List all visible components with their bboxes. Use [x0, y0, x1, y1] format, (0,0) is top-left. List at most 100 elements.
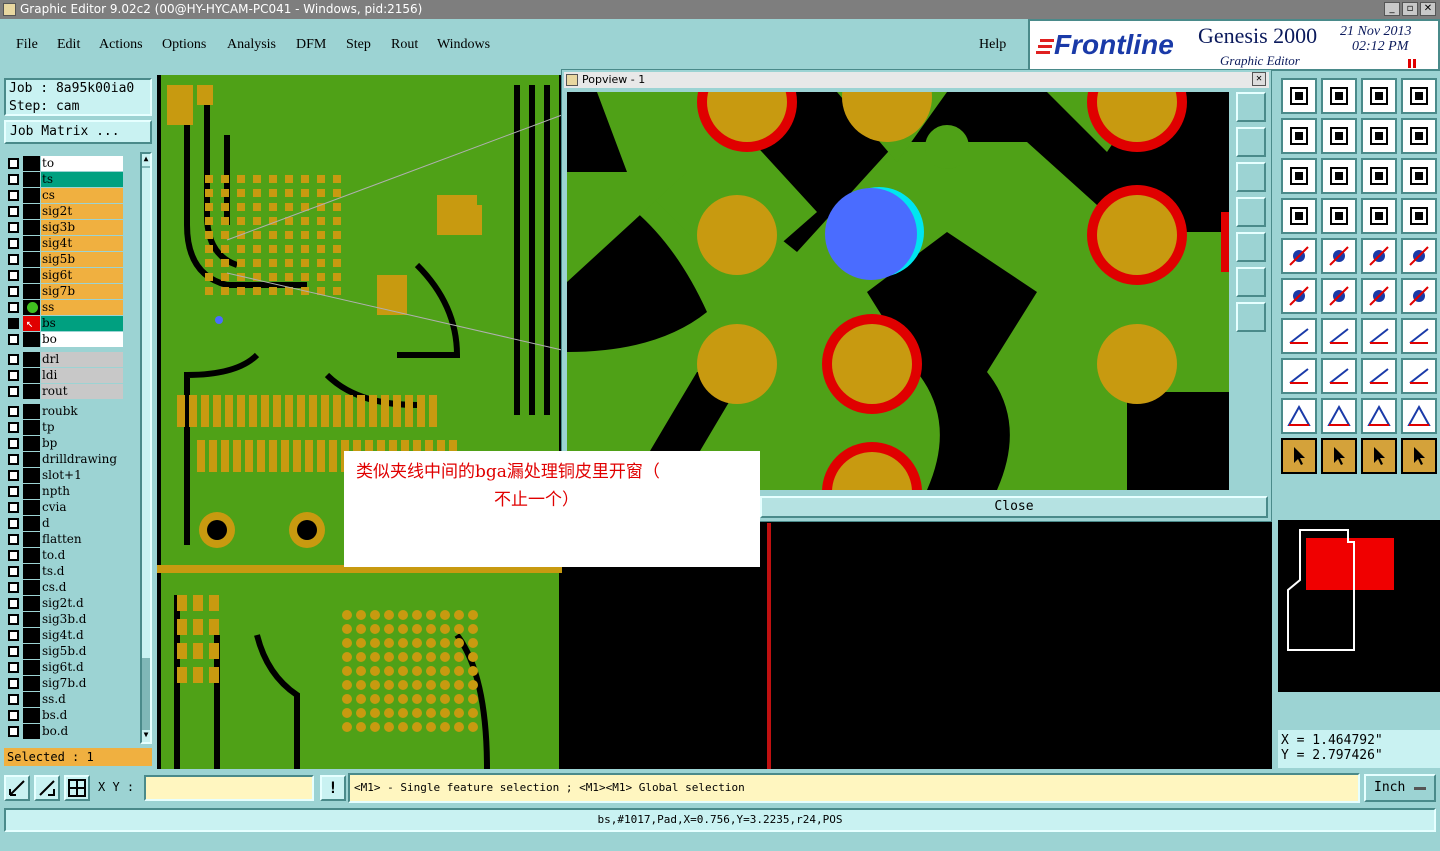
- layer-checkbox[interactable]: [8, 598, 19, 609]
- layer-checkbox[interactable]: [8, 614, 19, 625]
- select-net-icon[interactable]: [1401, 438, 1437, 474]
- layer-checkbox[interactable]: [8, 694, 19, 705]
- layer-row-sig4t[interactable]: sig4t: [4, 236, 124, 251]
- scroll-up-icon[interactable]: ▲: [142, 154, 150, 166]
- layer-checkbox[interactable]: [8, 518, 19, 529]
- house-icon[interactable]: [1361, 78, 1397, 114]
- popview-close-button[interactable]: Close: [760, 496, 1268, 518]
- layer-status-icon[interactable]: [23, 384, 40, 399]
- layer-checkbox[interactable]: [8, 550, 19, 561]
- layer-name[interactable]: ss.d: [41, 692, 123, 707]
- sort-icon[interactable]: [1401, 118, 1437, 154]
- layer-status-icon[interactable]: [23, 236, 40, 251]
- layer-status-icon[interactable]: [23, 596, 40, 611]
- pad-icon[interactable]: [1281, 238, 1317, 274]
- layer-row-bo[interactable]: bo: [4, 332, 124, 347]
- triangle-d-icon[interactable]: [1401, 398, 1437, 434]
- layer-checkbox[interactable]: [8, 286, 19, 297]
- layer-row-sig6t[interactable]: sig6t: [4, 268, 124, 283]
- layer-status-icon[interactable]: [23, 692, 40, 707]
- layer-checkbox[interactable]: [8, 370, 19, 381]
- menu-rout[interactable]: Rout: [391, 37, 418, 53]
- layer-checkbox[interactable]: [8, 534, 19, 545]
- menu-windows[interactable]: Windows: [437, 37, 490, 53]
- layer-checkbox[interactable]: [8, 270, 19, 281]
- arc-icon[interactable]: [1361, 318, 1397, 354]
- layer-name[interactable]: bp: [41, 436, 123, 451]
- layer-status-icon[interactable]: [23, 404, 40, 419]
- layer-row-drl[interactable]: drl: [4, 352, 124, 367]
- layer-status-icon[interactable]: [23, 564, 40, 579]
- zoom-edit-icon[interactable]: [34, 775, 60, 801]
- snap-pin-icon[interactable]: [1401, 198, 1437, 234]
- layer-status-icon[interactable]: [23, 628, 40, 643]
- popview-tool-3-icon[interactable]: [1236, 162, 1266, 192]
- home-icon[interactable]: [1281, 78, 1317, 114]
- layer-name[interactable]: bs.d: [41, 708, 123, 723]
- layer-row-npth[interactable]: npth: [4, 484, 124, 499]
- layer-row-ts[interactable]: ts: [4, 172, 124, 187]
- layer-status-icon[interactable]: [23, 580, 40, 595]
- layer-name[interactable]: ss: [41, 300, 123, 315]
- layer-checkbox[interactable]: [8, 190, 19, 201]
- layer-name[interactable]: sig6t: [41, 268, 123, 283]
- layer-checkbox[interactable]: [8, 254, 19, 265]
- popview-zoom-render[interactable]: [567, 92, 1229, 490]
- layer-name[interactable]: bo.d: [41, 724, 123, 739]
- layer-checkbox[interactable]: [8, 158, 19, 169]
- layer-row-sig7b-d[interactable]: sig7b.d: [4, 676, 124, 691]
- layer-row-sig6t-d[interactable]: sig6t.d: [4, 660, 124, 675]
- layer-name[interactable]: rout: [41, 384, 123, 399]
- layer-status-icon[interactable]: [23, 368, 40, 383]
- layer-name[interactable]: d: [41, 516, 123, 531]
- layer-name[interactable]: flatten: [41, 532, 123, 547]
- layer-checkbox[interactable]: [8, 406, 19, 417]
- cross-icon[interactable]: [1321, 278, 1357, 314]
- layer-status-icon[interactable]: [23, 644, 40, 659]
- layer-checkbox[interactable]: [8, 630, 19, 641]
- split-icon[interactable]: [1401, 318, 1437, 354]
- angle-icon[interactable]: [1281, 318, 1317, 354]
- layer-row-ldi[interactable]: ldi: [4, 368, 124, 383]
- layer-row-sig3b-d[interactable]: sig3b.d: [4, 612, 124, 627]
- dash-box-icon[interactable]: [1401, 238, 1437, 274]
- layer-name[interactable]: bs: [41, 316, 123, 331]
- menu-options[interactable]: Options: [162, 37, 206, 53]
- popview-tool-4-icon[interactable]: [1236, 197, 1266, 227]
- layer-status-icon[interactable]: [23, 300, 40, 315]
- layer-row-tp[interactable]: tp: [4, 420, 124, 435]
- layer-checkbox[interactable]: [8, 710, 19, 721]
- layer-status-icon[interactable]: [23, 436, 40, 451]
- layer-checkbox[interactable]: [8, 438, 19, 449]
- layer-checkbox[interactable]: [8, 470, 19, 481]
- slash-icon[interactable]: [1321, 318, 1357, 354]
- layer-row-sig4t-d[interactable]: sig4t.d: [4, 628, 124, 643]
- layer-checkbox[interactable]: [8, 222, 19, 233]
- layer-checkbox[interactable]: [8, 678, 19, 689]
- measure-icon[interactable]: [1281, 198, 1317, 234]
- nodes-icon[interactable]: [1281, 358, 1317, 394]
- select-touch-icon[interactable]: [1361, 438, 1397, 474]
- layer-checkbox[interactable]: [8, 422, 19, 433]
- layer-name[interactable]: sig3b: [41, 220, 123, 235]
- layer-name[interactable]: cvia: [41, 500, 123, 515]
- layer-name[interactable]: ldi: [41, 368, 123, 383]
- layer-row-bs-d[interactable]: bs.d: [4, 708, 124, 723]
- layer-row-cs-d[interactable]: cs.d: [4, 580, 124, 595]
- layer-row-slot-1[interactable]: slot+1: [4, 468, 124, 483]
- scroll-thumb[interactable]: [142, 168, 150, 658]
- layer-checkbox[interactable]: [8, 566, 19, 577]
- minus-icon[interactable]: [1321, 358, 1357, 394]
- multi-circle-icon[interactable]: [1401, 358, 1437, 394]
- layer-status-icon[interactable]: [23, 612, 40, 627]
- layer-status-icon[interactable]: [23, 420, 40, 435]
- layer-status-icon[interactable]: [23, 188, 40, 203]
- help-icon[interactable]: [1401, 158, 1437, 194]
- overview-map[interactable]: [1278, 520, 1440, 692]
- layer-row-sig2t[interactable]: sig2t: [4, 204, 124, 219]
- grid-snap-icon[interactable]: [64, 775, 90, 801]
- layer-row-bs[interactable]: ↖ bs: [4, 316, 124, 331]
- job-matrix-button[interactable]: Job Matrix ...: [4, 120, 152, 144]
- layer-status-icon[interactable]: [23, 252, 40, 267]
- line-dot-icon[interactable]: [1401, 278, 1437, 314]
